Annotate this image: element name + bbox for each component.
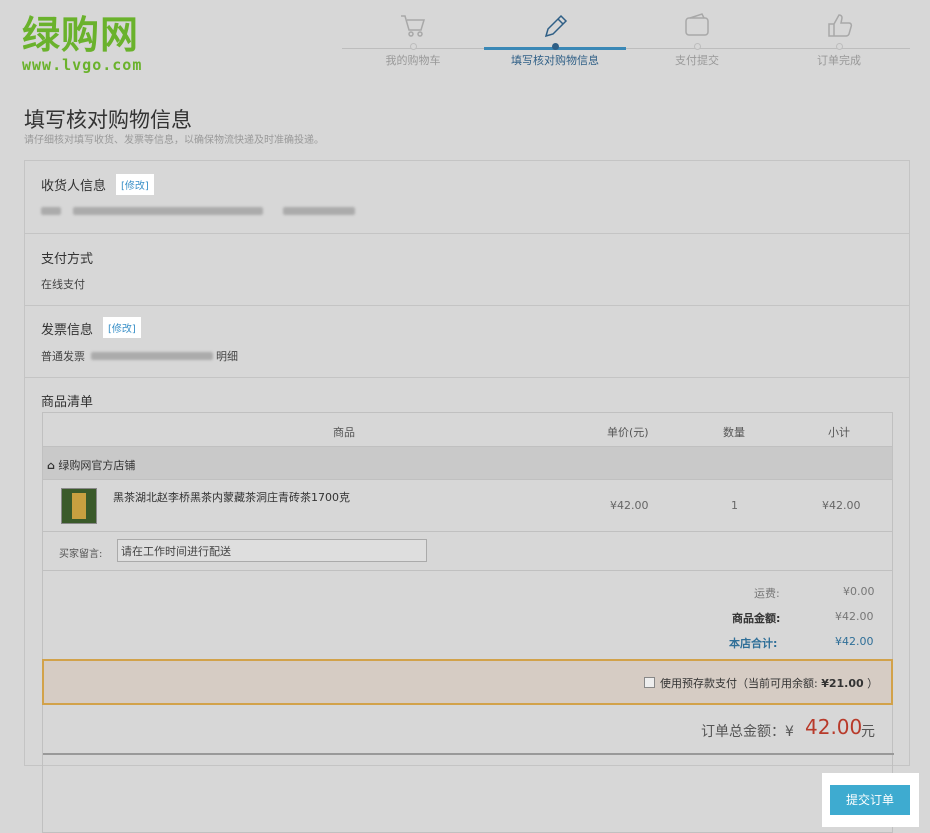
table-header: 商品 单价(元) 数量 小计 bbox=[43, 413, 892, 447]
step-label: 支付提交 bbox=[675, 54, 719, 67]
invoice-edit-link[interactable]: [修改] bbox=[103, 317, 141, 338]
shipping-label: 运费: bbox=[754, 587, 780, 600]
product-subtotal: ¥42.00 bbox=[822, 499, 861, 512]
col-price: 单价(元) bbox=[607, 426, 649, 439]
goods-amount-value: ¥42.00 bbox=[835, 610, 874, 623]
step-label: 我的购物车 bbox=[385, 54, 441, 67]
submit-order-button[interactable]: 提交订单 bbox=[830, 785, 910, 815]
payment-title: 支付方式 bbox=[41, 252, 94, 267]
order-panel: 收货人信息 [修改] 支付方式 在线支付 发票信息 [修改] 普通发票 明细 商… bbox=[24, 160, 910, 833]
invoice-content: 明细 bbox=[216, 350, 238, 363]
goods-amount-label: 商品金额: bbox=[732, 612, 781, 625]
submit-highlight: 提交订单 bbox=[822, 773, 919, 827]
blurred-invoice-title bbox=[91, 352, 213, 360]
goods-title: 商品清单 bbox=[41, 395, 94, 410]
order-total-label: 订单总金额：¥ bbox=[701, 724, 794, 740]
invoice-section: 发票信息 [修改] 普通发票 明细 bbox=[25, 306, 909, 378]
balance-label: 使用预存款支付（当前可用余额: bbox=[660, 677, 818, 690]
product-qty: 1 bbox=[731, 499, 738, 512]
balance-checkbox[interactable] bbox=[644, 677, 655, 688]
receiver-edit-link[interactable]: [修改] bbox=[116, 174, 154, 195]
thumbs-up-icon bbox=[768, 8, 910, 42]
balance-amount: ¥21.00 bbox=[821, 677, 864, 690]
step-pay: 支付提交 bbox=[626, 8, 768, 68]
balance-close: ） bbox=[867, 677, 879, 690]
checkout-steps: 我的购物车 填写核对购物信息 支付提交 订单完成 bbox=[342, 8, 910, 78]
store-total-label: 本店合计: bbox=[729, 637, 778, 650]
store-total-value: ¥42.00 bbox=[835, 635, 874, 648]
step-dot bbox=[551, 43, 559, 50]
col-qty: 数量 bbox=[723, 426, 745, 439]
buyer-message-row: 买家留言: bbox=[43, 532, 892, 571]
step-done: 订单完成 bbox=[768, 8, 910, 68]
cart-icon bbox=[342, 8, 484, 42]
order-total-row: 订单总金额：¥ 42.00 元 bbox=[43, 707, 894, 755]
product-price: ¥42.00 bbox=[610, 499, 649, 512]
shop-name-text: 绿购网官方店铺 bbox=[58, 459, 136, 472]
wallet-icon bbox=[626, 8, 768, 42]
step-dot bbox=[693, 43, 701, 50]
table-row: 黑茶湖北赵李桥黑茶内蒙藏茶洞庄青砖茶1700克 ¥42.00 1 ¥42.00 bbox=[43, 480, 892, 532]
invoice-type: 普通发票 bbox=[41, 350, 85, 363]
logo-url: www.lvgo.com bbox=[22, 56, 143, 74]
shop-name[interactable]: ⌂ 绿购网官方店铺 bbox=[47, 457, 135, 473]
logo-text: 绿购网 bbox=[22, 13, 140, 57]
blurred-address bbox=[73, 207, 263, 215]
balance-text: 使用预存款支付（当前可用余额: ¥21.00 ） bbox=[660, 675, 878, 691]
blurred-phone bbox=[283, 207, 355, 215]
product-thumbnail[interactable] bbox=[61, 488, 97, 524]
col-product: 商品 bbox=[333, 426, 355, 439]
goods-table: 商品 单价(元) 数量 小计 ⌂ 绿购网官方店铺 黑茶湖北赵李桥黑茶内蒙藏茶洞庄… bbox=[42, 412, 894, 833]
step-label: 订单完成 bbox=[817, 54, 861, 67]
summary-area: 运费: ¥0.00 商品金额: ¥42.00 本店合计: ¥42.00 使用预存… bbox=[42, 571, 894, 832]
page-title: 填写核对购物信息 bbox=[24, 108, 192, 132]
buyer-message-input[interactable] bbox=[117, 539, 427, 562]
step-fill-info: 填写核对购物信息 bbox=[484, 8, 626, 68]
home-icon: ⌂ bbox=[47, 459, 55, 472]
receiver-title: 收货人信息 bbox=[41, 179, 107, 194]
shop-row: ⌂ 绿购网官方店铺 bbox=[43, 447, 892, 480]
invoice-title: 发票信息 bbox=[41, 323, 94, 338]
balance-pay-row: 使用预存款支付（当前可用余额: ¥21.00 ） bbox=[42, 659, 893, 705]
pencil-icon bbox=[484, 8, 626, 42]
payment-section: 支付方式 在线支付 bbox=[25, 234, 909, 306]
order-total-value: 42.00 bbox=[805, 715, 863, 739]
receiver-section: 收货人信息 [修改] bbox=[25, 161, 909, 234]
blurred-name bbox=[41, 207, 61, 215]
logo[interactable]: 绿购网 www.lvgo.com bbox=[22, 16, 142, 74]
product-name[interactable]: 黑茶湖北赵李桥黑茶内蒙藏茶洞庄青砖茶1700克 bbox=[113, 489, 350, 505]
step-cart: 我的购物车 bbox=[342, 8, 484, 68]
header: 绿购网 www.lvgo.com 我的购物车 填写核对购物信息 支付提交 订单完… bbox=[0, 0, 930, 88]
page-subtitle: 请仔细核对填写收货、发票等信息，以确保物流快递及时准确投递。 bbox=[24, 135, 324, 146]
step-dot bbox=[835, 43, 843, 50]
shipping-value: ¥0.00 bbox=[843, 585, 875, 598]
buyer-message-label: 买家留言: bbox=[59, 549, 103, 560]
col-subtotal: 小计 bbox=[828, 426, 850, 439]
payment-method: 在线支付 bbox=[41, 278, 85, 291]
step-dot bbox=[409, 43, 417, 50]
step-label: 填写核对购物信息 bbox=[511, 54, 599, 67]
order-total-unit: 元 bbox=[861, 724, 875, 740]
